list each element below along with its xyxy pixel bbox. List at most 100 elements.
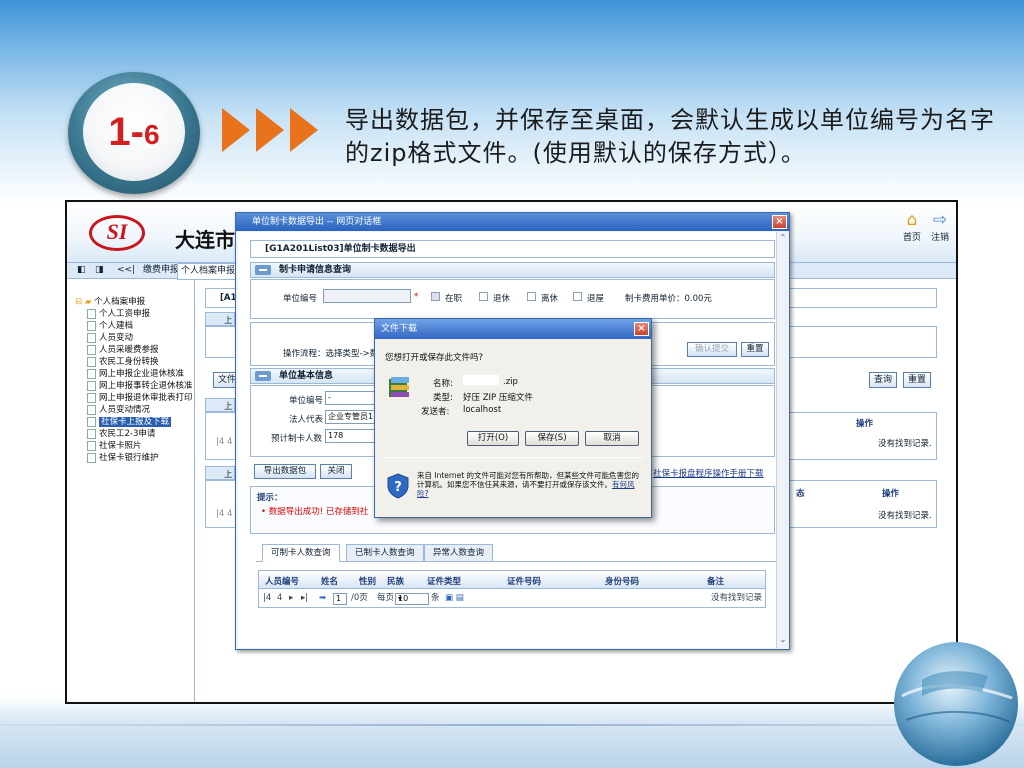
tree-item[interactable]: 人员变动情况: [75, 404, 193, 416]
result-tabs: 可制卡人数查询 已制卡人数查询 异常人数查询: [256, 542, 776, 562]
reset-button[interactable]: 重置: [741, 342, 769, 357]
nav-tab-payment[interactable]: 缴费申报: [143, 263, 179, 278]
tree-item[interactable]: 人员采暖费参报: [75, 344, 193, 356]
collapse-icon: [255, 265, 271, 275]
file-sender: localhost: [463, 405, 502, 415]
tree-item[interactable]: 网上申报事转企退休核准: [75, 380, 193, 392]
document-icon: [87, 356, 96, 367]
document-icon: [87, 452, 96, 463]
bg-section-head: 上: [205, 312, 235, 326]
document-icon: [87, 332, 96, 343]
tree-root[interactable]: ⊟ ▰ 个人档案申报: [75, 296, 193, 308]
prev-page-button[interactable]: 4: [277, 590, 282, 607]
nav-forward-icon[interactable]: ◨: [95, 263, 104, 278]
status-checkbox[interactable]: [527, 292, 536, 301]
dialog-breadcrumb: [G1A201List03]单位制卡数据导出: [250, 240, 775, 258]
document-icon: [87, 308, 96, 319]
confirm-submit-button[interactable]: 确认提交: [687, 342, 737, 357]
tab-cardable[interactable]: 可制卡人数查询: [262, 544, 340, 562]
tree-item[interactable]: 网上申报企业退休核准: [75, 368, 193, 380]
step-number-main: 1-: [108, 109, 144, 154]
slide-heading: 导出数据包，并保存至桌面，会默认生成以单位编号为名字的zip格式文件。(使用默认…: [345, 106, 995, 167]
tree-item[interactable]: 农民工2-3申请: [75, 428, 193, 440]
file-dialog-title: 文件下载: [375, 319, 651, 339]
tree-item[interactable]: 个人建档: [75, 320, 193, 332]
home-icon: ⌂: [906, 210, 918, 230]
grid-header: 人员编号 姓名 性别 民族 证件类型 证件号码 身份号码 备注: [259, 571, 765, 589]
status-checkbox[interactable]: [431, 292, 440, 301]
unit-code-input[interactable]: [323, 289, 411, 303]
tree-list: ⊟ ▰ 个人档案申报 个人工资申报 个人建档 人员变动 人员采暖费参报 农民工身份转换网…: [75, 296, 193, 464]
slide-bottom-band: [0, 700, 1024, 768]
section-apply-query[interactable]: 制卡申请信息查询: [250, 262, 775, 278]
tree-item[interactable]: 人员变动: [75, 332, 193, 344]
collapse-icon: [255, 371, 271, 381]
exit-arrow-icon: ⇨: [932, 210, 948, 230]
scroll-up-icon[interactable]: ⌃: [777, 232, 789, 244]
step-number-sub: 6: [144, 119, 160, 150]
bg-query-button[interactable]: 查询: [869, 372, 898, 388]
file-dialog-close-icon[interactable]: ×: [634, 322, 649, 336]
export-data-button[interactable]: 导出数据包: [254, 464, 316, 479]
tree-item[interactable]: 社保卡上报及下载: [75, 416, 193, 428]
file-name: .zip: [503, 377, 518, 387]
file-download-dialog: 文件下载 × 您想打开或保存此文件吗? 名称: .zip 类型: 好压 ZIP …: [374, 318, 652, 518]
svg-text:?: ?: [394, 480, 402, 495]
dialog-close-icon[interactable]: ×: [772, 215, 787, 229]
folder-icon: ⊟ ▰: [75, 297, 92, 307]
open-button[interactable]: 打开(O): [467, 431, 519, 446]
tree-item[interactable]: 社保卡银行维护: [75, 452, 193, 464]
tree-item[interactable]: 网上申报退休审批表打印: [75, 392, 193, 404]
last-page-button[interactable]: ▸|: [301, 590, 308, 607]
bg-section-head: 上: [205, 398, 235, 412]
status-checkbox[interactable]: [573, 292, 582, 301]
cancel-button[interactable]: 取消: [585, 431, 639, 446]
document-icon: [87, 368, 96, 379]
nav-back-icon[interactable]: ◧: [77, 263, 86, 278]
bg-reset-button[interactable]: 重置: [903, 372, 932, 388]
nav-tab-personal-archive[interactable]: 个人档案申报: [177, 263, 240, 280]
divider: [383, 457, 645, 458]
status-checkbox[interactable]: [479, 292, 488, 301]
go-arrow-icon[interactable]: ➡: [319, 590, 326, 607]
next-page-button[interactable]: ▸: [289, 590, 293, 607]
document-icon: [87, 320, 96, 331]
page-number-input[interactable]: 1: [333, 593, 347, 605]
document-icon: [87, 344, 96, 355]
manual-download-link[interactable]: 社保卡报盘程序操作手册下载: [653, 467, 764, 479]
shield-icon: ?: [387, 473, 409, 499]
download-warning: 来自 Internet 的文件可能对您有所帮助，但某些文件可能危害您的计算机。如…: [417, 471, 640, 498]
chevron-arrow-icon: [290, 108, 318, 152]
dialog-scrollbar[interactable]: ⌃ ⌄: [776, 232, 788, 648]
tab-abnormal[interactable]: 异常人数查询: [424, 544, 494, 562]
zip-file-icon: [389, 377, 409, 397]
app-title: 大连市: [175, 228, 235, 252]
close-button[interactable]: 关闭: [320, 464, 352, 479]
tree-item[interactable]: 农民工身份转换: [75, 356, 193, 368]
tree-item[interactable]: 个人工资申报: [75, 308, 193, 320]
document-icon: [87, 392, 96, 403]
document-icon: [87, 440, 96, 451]
home-button[interactable]: ⌂ 首页: [897, 210, 927, 243]
chevron-arrow-icon: [256, 108, 284, 152]
chevron-arrow-icon: [222, 108, 250, 152]
document-icon: [87, 428, 96, 439]
refresh-icon[interactable]: ▣ ▤: [445, 590, 464, 607]
document-icon: [87, 416, 96, 427]
tab-carded[interactable]: 已制卡人数查询: [346, 544, 424, 562]
tree-item[interactable]: 社保卡照片: [75, 440, 193, 452]
page-size-select[interactable]: 10 ▾: [395, 593, 429, 605]
scroll-down-icon[interactable]: ⌄: [777, 634, 789, 646]
bg-section-head: 上: [205, 466, 235, 480]
first-page-button[interactable]: |4: [263, 590, 271, 607]
step-badge: 1- 6: [83, 83, 185, 181]
si-logo: SI: [89, 215, 145, 251]
fee-label: 制卡费用单价：0.00元: [625, 294, 712, 304]
hint-message: • 数据导出成功! 已存储到社: [261, 507, 369, 517]
save-button[interactable]: 保存(S): [525, 431, 579, 446]
nav-prev[interactable]: <<|: [117, 263, 135, 278]
download-question: 您想打开或保存此文件吗?: [385, 353, 484, 363]
apply-query-panel: 单位编号 * 在职 退休 离休 退屋 制卡费用单价：0.00元: [250, 279, 775, 319]
document-icon: [87, 404, 96, 415]
logout-button[interactable]: ⇨ 注销: [925, 210, 955, 243]
